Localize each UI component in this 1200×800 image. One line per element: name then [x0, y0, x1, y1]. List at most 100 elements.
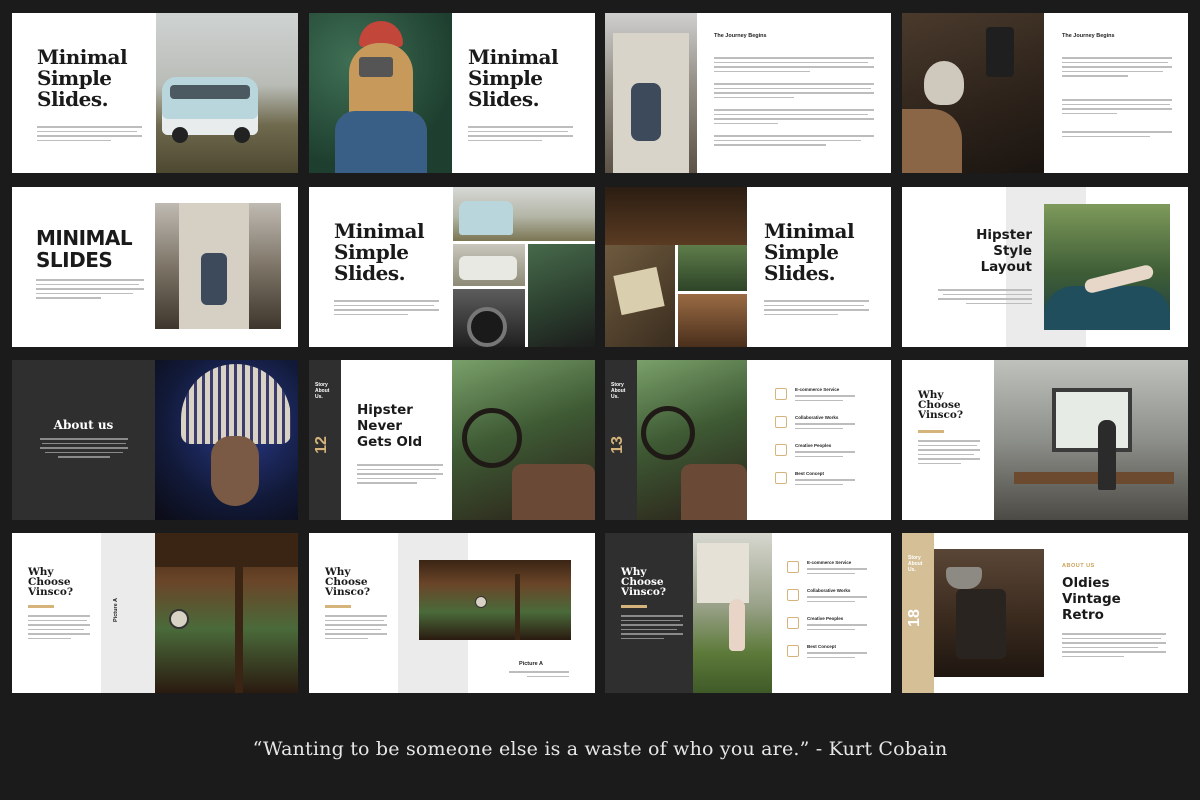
ecommerce-icon	[775, 388, 787, 400]
slide-minimal-slides[interactable]: MINIMAL SLIDES	[12, 187, 298, 347]
slide-why-choose-3[interactable]: Why Choose Vinsco? Picture A	[309, 533, 595, 693]
slide-oldies-vintage-retro[interactable]: Story About Us. 18 ABOUT US Oldies Vinta…	[902, 533, 1188, 693]
photo-van-side	[453, 244, 525, 286]
camera	[359, 57, 393, 77]
grey-caption-panel	[101, 533, 155, 693]
service-title: E-commerce Service	[807, 560, 852, 565]
body-text-placeholder	[918, 440, 980, 464]
collaboration-icon	[787, 589, 799, 601]
van-wheel	[172, 127, 188, 143]
slide-title: Hipster Never Gets Old	[357, 402, 423, 450]
van-body	[459, 256, 517, 280]
people-icon	[775, 444, 787, 456]
service-title: Best Concept	[807, 644, 837, 649]
service-title: Best Concept	[795, 471, 825, 476]
slide-services-13[interactable]: Story About Us. 13 E-commerce Service Co…	[605, 360, 891, 520]
desk	[1014, 472, 1174, 484]
section-heading: The Journey Begins	[1062, 33, 1115, 39]
photo-loft-office	[994, 360, 1188, 520]
photo-car-detail	[528, 244, 595, 347]
service-desc	[807, 568, 867, 574]
steering-wheel	[462, 408, 522, 468]
pillar	[235, 567, 243, 693]
kettle	[631, 83, 661, 141]
slide-why-choose-1[interactable]: Why Choose Vinsco?	[902, 360, 1188, 520]
body-text-placeholder	[37, 126, 142, 141]
slide-title: Why Choose Vinsco?	[918, 389, 964, 421]
car-hood	[1044, 286, 1170, 330]
gold-underline	[621, 605, 647, 608]
slide-title: Hipster Style Layout	[976, 227, 1032, 275]
face	[211, 436, 259, 506]
van-body	[459, 201, 513, 235]
slide-why-choose-services[interactable]: Why Choose Vinsco? E-commerce Service Co…	[605, 533, 891, 693]
slide-minimal-simple-2[interactable]: Minimal Simple Slides.	[309, 13, 595, 173]
picture-caption: Picture A	[519, 661, 543, 667]
body-text-placeholder	[714, 109, 874, 124]
window	[1052, 388, 1132, 452]
slide-title: Minimal Simple Slides.	[468, 45, 559, 111]
woman-figure	[729, 599, 745, 651]
paper-sheet	[613, 266, 665, 316]
footer-quote: “Wanting to be someone else is a waste o…	[252, 738, 948, 760]
body-text-placeholder	[1062, 57, 1172, 77]
body-text-placeholder	[36, 279, 144, 299]
section-heading: The Journey Begins	[714, 33, 767, 39]
slide-minimal-simple-1[interactable]: Minimal Simple Slides.	[12, 13, 298, 173]
tire	[467, 307, 507, 347]
slide-title: Minimal Simple Slides.	[37, 45, 128, 111]
slide-hipster-style[interactable]: Hipster Style Layout	[902, 187, 1188, 347]
body-text-placeholder	[357, 464, 443, 484]
body-text-placeholder	[938, 289, 1032, 304]
kicker-label: ABOUT US	[1062, 563, 1095, 569]
denim-shirt	[335, 111, 427, 173]
steering-wheel	[641, 406, 695, 460]
wooden-board	[902, 109, 962, 173]
body-text-placeholder	[764, 300, 869, 315]
slide-title: Why Choose Vinsco?	[325, 566, 371, 598]
photo-wood-porch	[605, 187, 747, 245]
photo-porch-room	[155, 533, 298, 693]
slide-minimal-simple-3[interactable]: Minimal Simple Slides.	[309, 187, 595, 347]
feather-crown	[181, 364, 291, 444]
body-text-placeholder	[714, 57, 874, 72]
slide-title: Why Choose Vinsco?	[621, 566, 667, 598]
service-title: Collaborative Works	[795, 415, 839, 420]
slide-number: 13	[608, 436, 626, 454]
photo-old-car-interior	[452, 360, 595, 520]
body-text-placeholder	[325, 615, 387, 639]
body-text-placeholder	[28, 615, 90, 639]
seat	[681, 464, 747, 520]
body-text-placeholder	[714, 83, 874, 98]
photo-woman-on-car	[1044, 204, 1170, 330]
pillar	[515, 574, 520, 640]
slide-title: Why Choose Vinsco?	[28, 566, 74, 598]
photo-vintage-van	[156, 13, 298, 173]
body-text-placeholder	[468, 126, 573, 141]
building	[697, 543, 749, 603]
photo-cafe-table	[678, 294, 747, 347]
slide-title: Oldies Vintage Retro	[1062, 575, 1121, 623]
photo-vintage-stove	[934, 549, 1044, 677]
slide-about-us[interactable]: About us	[12, 360, 298, 520]
service-desc	[807, 652, 867, 658]
body-text-placeholder	[621, 615, 683, 639]
ecommerce-icon	[787, 561, 799, 573]
service-desc	[795, 395, 855, 401]
slide-why-choose-2[interactable]: Why Choose Vinsco? Picture A	[12, 533, 298, 693]
slide-hipster-never-gets-old[interactable]: Story About Us. 12 Hipster Never Gets Ol…	[309, 360, 595, 520]
service-title: Creative Peoples	[795, 443, 832, 448]
service-desc	[807, 596, 867, 602]
slide-journey-begins-2[interactable]: The Journey Begins	[902, 13, 1188, 173]
service-title: E-commerce Service	[795, 387, 840, 392]
caption-text-placeholder	[509, 671, 569, 677]
photo-woman-field	[693, 533, 772, 693]
slide-number: 12	[312, 436, 330, 454]
photo-headdress-portrait	[155, 360, 298, 520]
side-label: Story About Us.	[315, 382, 330, 400]
slide-minimal-simple-4[interactable]: Minimal Simple Slides.	[605, 187, 891, 347]
body-text-placeholder	[714, 135, 874, 146]
person	[1098, 420, 1116, 490]
slide-journey-begins-1[interactable]: The Journey Begins	[605, 13, 891, 173]
photo-coffee-tools	[902, 13, 1044, 173]
